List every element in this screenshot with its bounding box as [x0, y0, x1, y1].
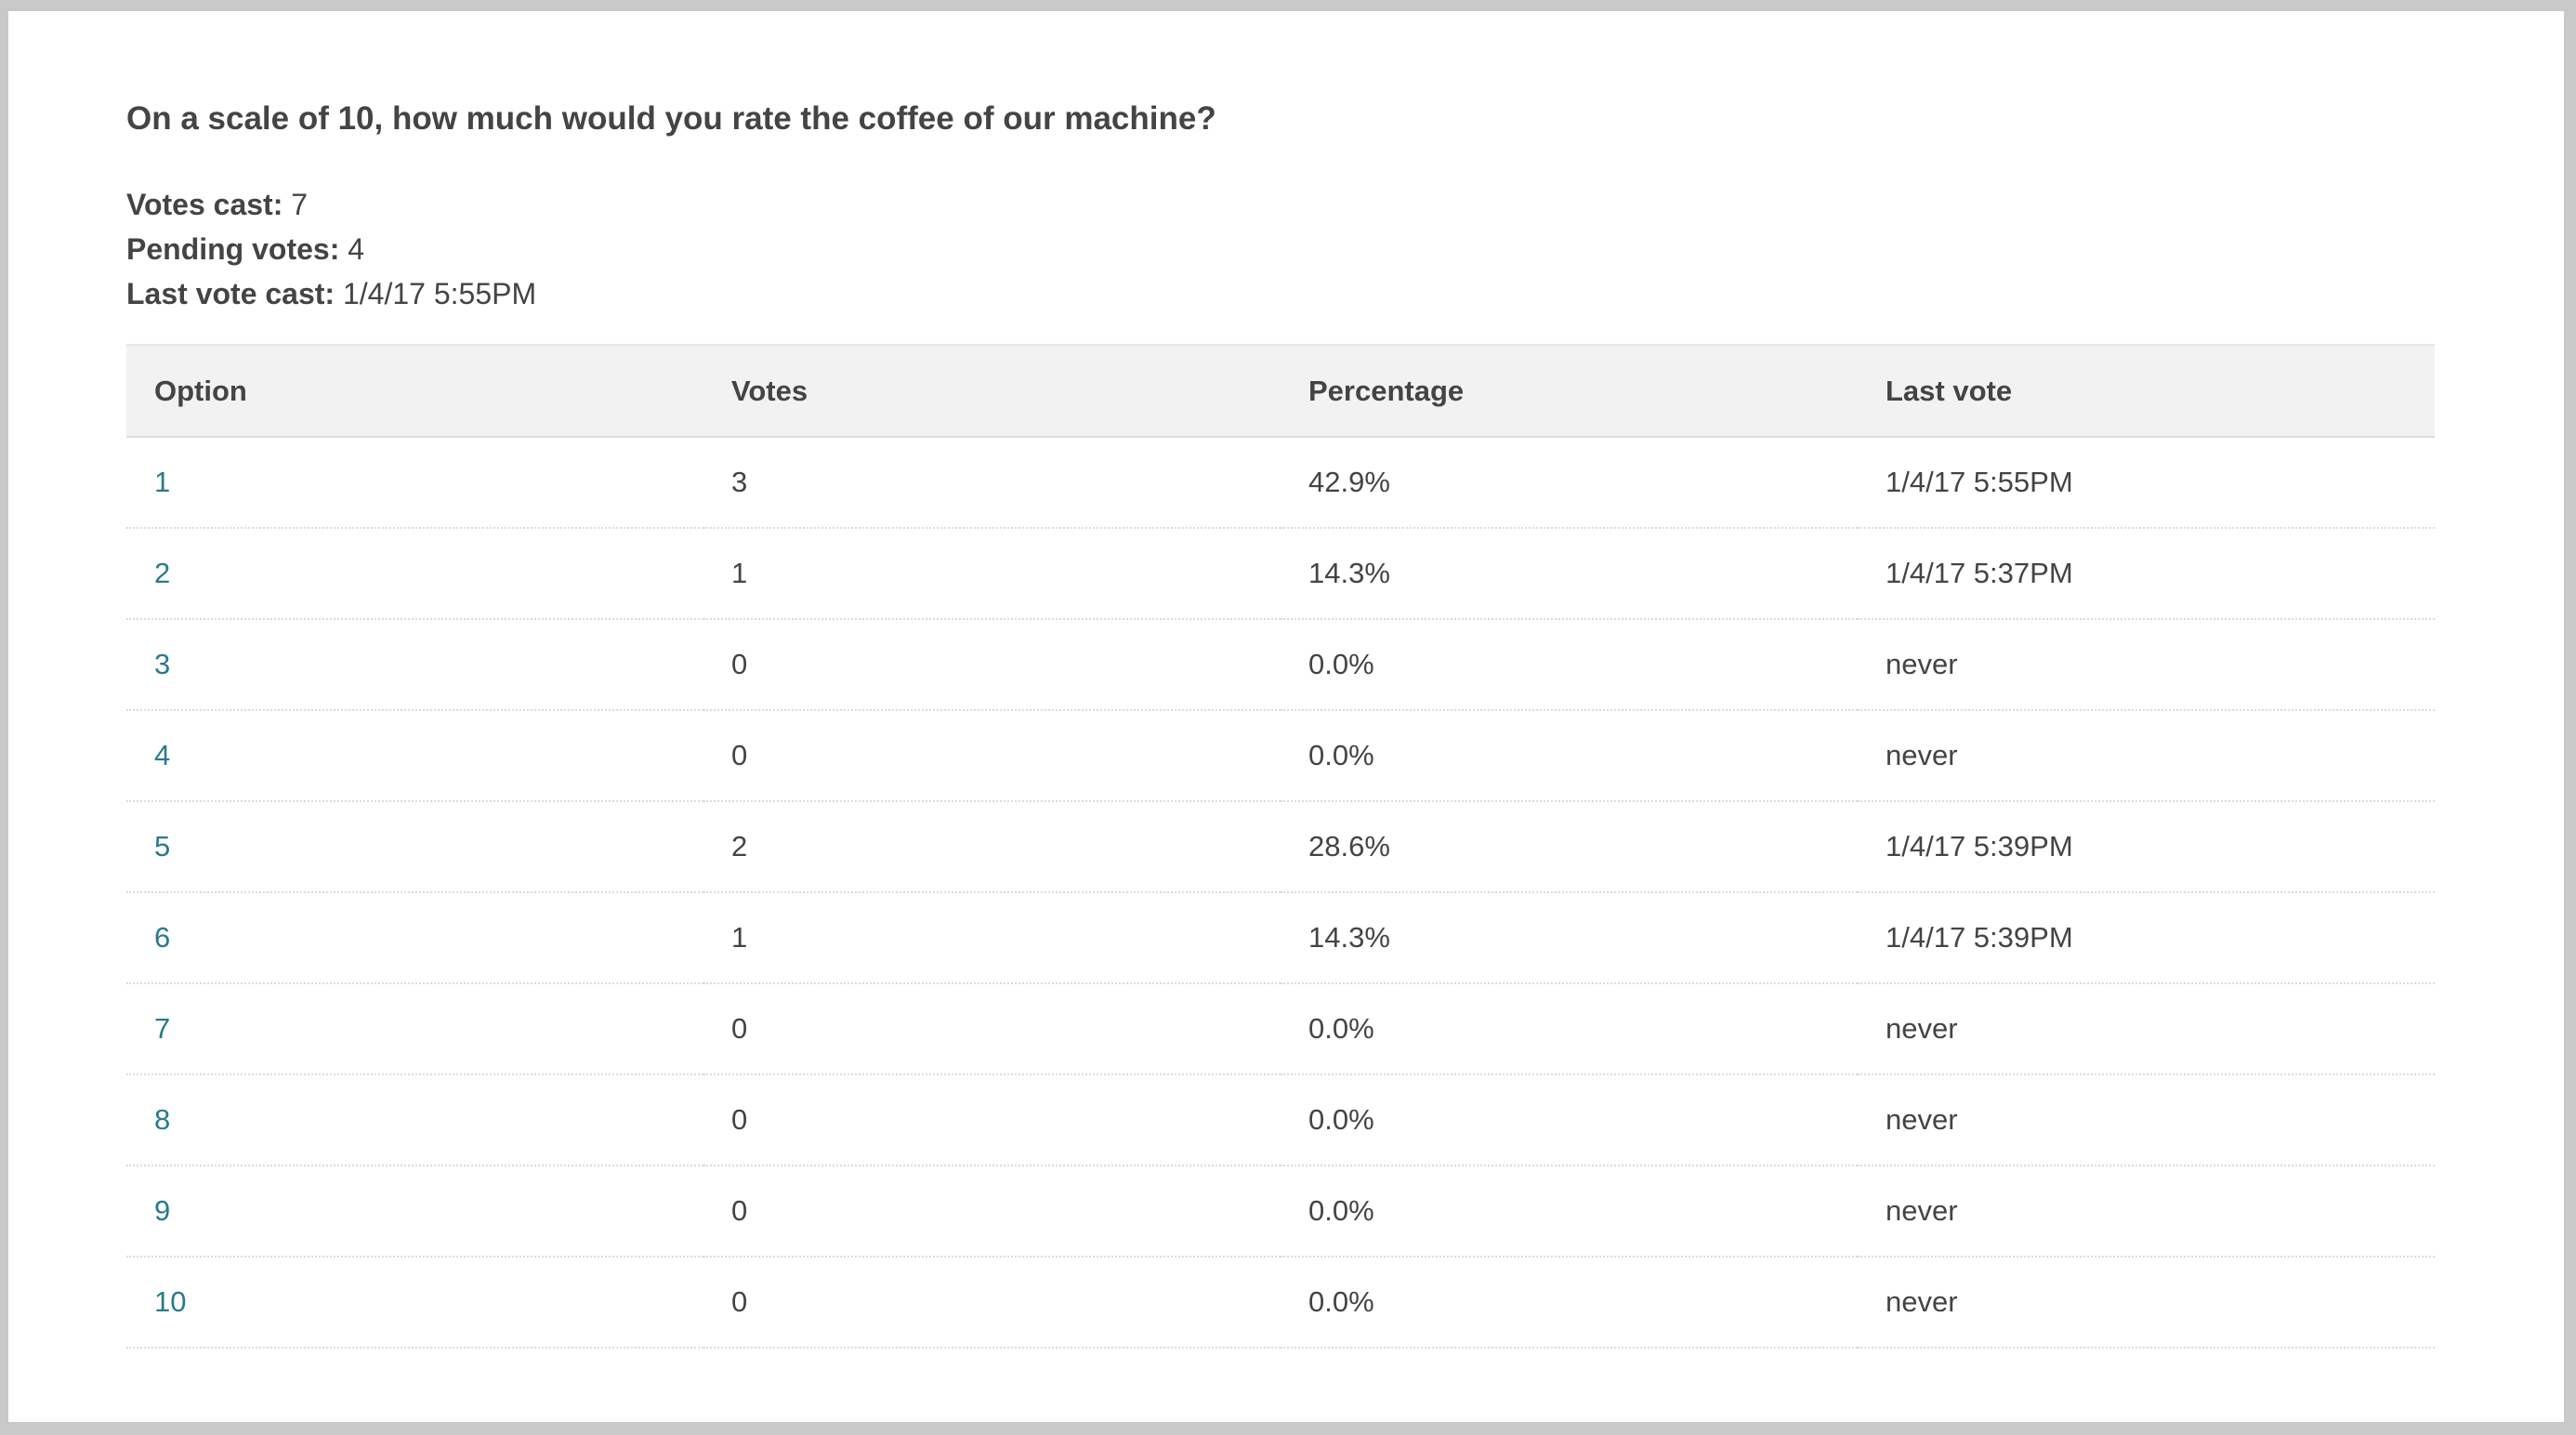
percentage-cell: 0.0%: [1281, 983, 1858, 1075]
votes-cast-line: Votes cast: 7: [126, 182, 2435, 227]
column-header-option: Option: [126, 344, 703, 438]
votes-cell: 2: [703, 801, 1281, 893]
table-row: 4 0 0.0% never: [126, 710, 2435, 802]
option-cell: 2: [126, 528, 703, 620]
option-cell: 5: [126, 801, 703, 893]
last-vote-cell: 1/4/17 5:55PM: [1858, 437, 2435, 529]
table-row: 3 0 0.0% never: [126, 619, 2435, 711]
percentage-cell: 42.9%: [1281, 437, 1858, 529]
option-link[interactable]: 4: [154, 739, 170, 771]
votes-cell: 0: [703, 983, 1281, 1075]
table-row: 8 0 0.0% never: [126, 1074, 2435, 1166]
table-header-row: Option Votes Percentage Last vote: [126, 344, 2435, 438]
votes-cell: 0: [703, 1165, 1281, 1257]
table-row: 2 1 14.3% 1/4/17 5:37PM: [126, 528, 2435, 620]
percentage-cell: 0.0%: [1281, 710, 1858, 802]
last-vote-cell: 1/4/17 5:37PM: [1858, 528, 2435, 620]
last-vote-cell: 1/4/17 5:39PM: [1858, 801, 2435, 893]
table-row: 10 0 0.0% never: [126, 1257, 2435, 1349]
table-row: 7 0 0.0% never: [126, 983, 2435, 1075]
poll-results: On a scale of 10, how much would you rat…: [126, 91, 2435, 1349]
option-cell: 9: [126, 1165, 703, 1257]
column-header-percentage: Percentage: [1281, 344, 1858, 438]
pending-votes-value: 4: [348, 232, 365, 266]
option-cell: 1: [126, 437, 703, 529]
column-header-last-vote: Last vote: [1858, 344, 2435, 438]
option-link[interactable]: 9: [154, 1194, 170, 1227]
option-cell: 3: [126, 619, 703, 711]
last-vote-cast-value: 1/4/17 5:55PM: [342, 277, 537, 310]
percentage-cell: 0.0%: [1281, 1074, 1858, 1166]
option-cell: 4: [126, 710, 703, 802]
percentage-cell: 0.0%: [1281, 619, 1858, 711]
last-vote-cast-line: Last vote cast: 1/4/17 5:55PM: [126, 271, 2435, 316]
last-vote-cast-label: Last vote cast:: [126, 277, 335, 310]
option-link[interactable]: 6: [154, 921, 170, 954]
percentage-cell: 14.3%: [1281, 528, 1858, 620]
last-vote-cell: 1/4/17 5:39PM: [1858, 892, 2435, 984]
last-vote-cell: never: [1858, 619, 2435, 711]
last-vote-cell: never: [1858, 710, 2435, 802]
percentage-cell: 14.3%: [1281, 892, 1858, 984]
column-header-votes: Votes: [703, 344, 1281, 438]
table-row: 6 1 14.3% 1/4/17 5:39PM: [126, 892, 2435, 984]
percentage-cell: 0.0%: [1281, 1257, 1858, 1349]
option-link[interactable]: 7: [154, 1012, 170, 1045]
last-vote-cell: never: [1858, 1257, 2435, 1349]
option-link[interactable]: 10: [154, 1285, 186, 1318]
pending-votes-line: Pending votes: 4: [126, 227, 2435, 271]
votes-cell: 0: [703, 1074, 1281, 1166]
last-vote-cell: never: [1858, 1074, 2435, 1166]
votes-cell: 1: [703, 892, 1281, 984]
votes-cell: 0: [703, 710, 1281, 802]
votes-cast-value: 7: [291, 188, 309, 221]
votes-cell: 0: [703, 619, 1281, 711]
option-cell: 8: [126, 1074, 703, 1166]
percentage-cell: 0.0%: [1281, 1165, 1858, 1257]
option-link[interactable]: 5: [154, 830, 170, 862]
votes-cast-label: Votes cast:: [126, 188, 283, 221]
table-row: 9 0 0.0% never: [126, 1165, 2435, 1257]
results-table: Option Votes Percentage Last vote 1 3 42…: [126, 344, 2435, 1349]
votes-cell: 3: [703, 437, 1281, 529]
table-row: 1 3 42.9% 1/4/17 5:55PM: [126, 437, 2435, 529]
option-cell: 7: [126, 983, 703, 1075]
table-row: 5 2 28.6% 1/4/17 5:39PM: [126, 801, 2435, 893]
pending-votes-label: Pending votes:: [126, 232, 340, 266]
option-cell: 10: [126, 1257, 703, 1349]
last-vote-cell: never: [1858, 1165, 2435, 1257]
poll-stats: Votes cast: 7 Pending votes: 4 Last vote…: [126, 182, 2435, 316]
votes-cell: 1: [703, 528, 1281, 620]
option-link[interactable]: 1: [154, 466, 170, 498]
last-vote-cell: never: [1858, 983, 2435, 1075]
poll-question: On a scale of 10, how much would you rat…: [126, 100, 1216, 137]
option-link[interactable]: 3: [154, 648, 170, 680]
votes-cell: 0: [703, 1257, 1281, 1349]
option-cell: 6: [126, 892, 703, 984]
option-link[interactable]: 8: [154, 1103, 170, 1136]
option-link[interactable]: 2: [154, 557, 170, 589]
results-panel: On a scale of 10, how much would you rat…: [8, 11, 2564, 1422]
percentage-cell: 28.6%: [1281, 801, 1858, 893]
